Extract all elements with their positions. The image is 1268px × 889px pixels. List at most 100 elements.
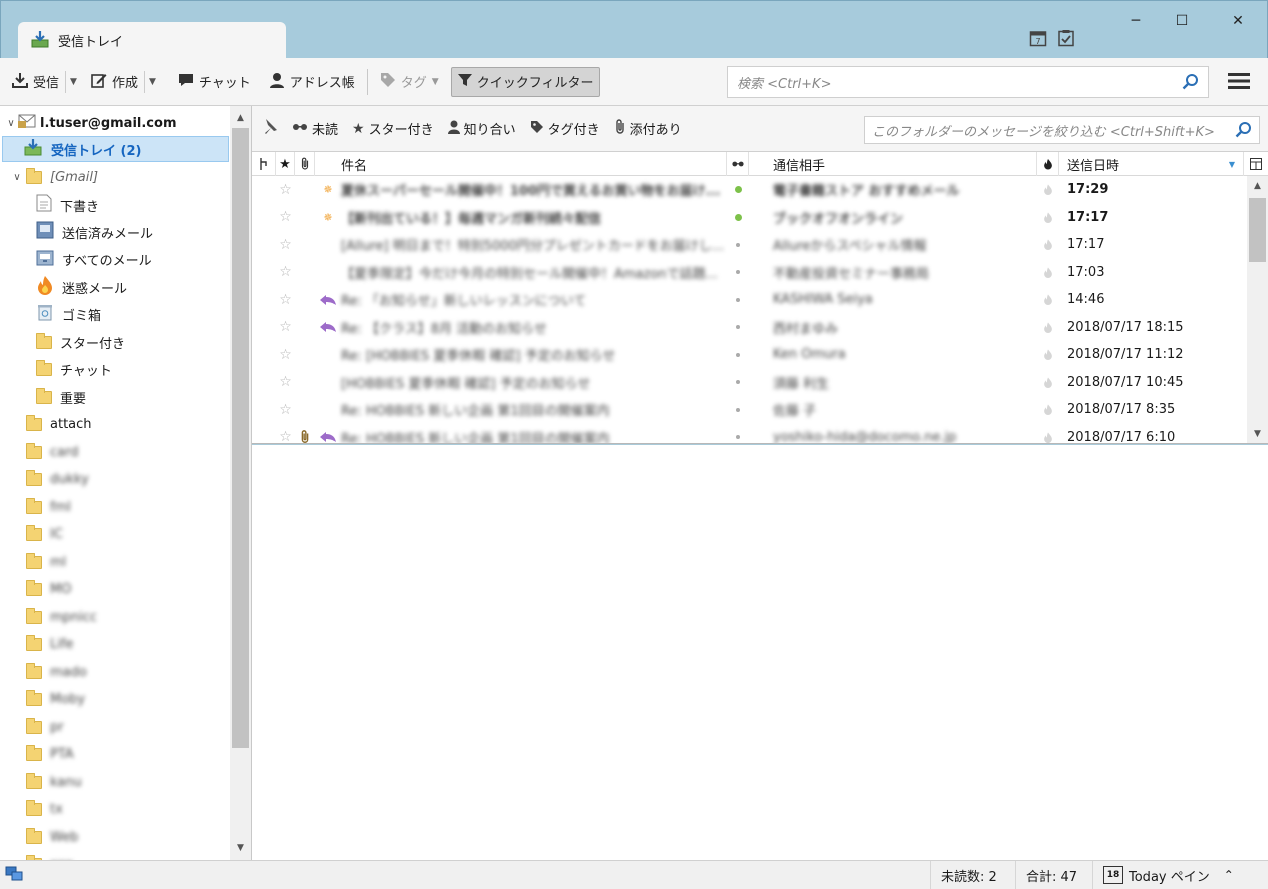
receive-dropdown[interactable]: ▼ [65,70,81,93]
folder-filter-input[interactable]: このフォルダーのメッセージを絞り込む <Ctrl+Shift+K> [864,116,1260,144]
message-row[interactable]: ☆ [Allure] 明日まで！特別5000円分プレゼントカードをお届けし... A… [252,231,1247,259]
message-row[interactable]: ☆ Re: [HOBBIES 夏季休暇 確認] 予定のお知らせ Ken Omura 2… [252,341,1247,369]
read-column-icon[interactable] [727,152,749,176]
folder-item[interactable]: Life [26,631,73,657]
column-picker-icon[interactable] [1244,152,1268,176]
read-status-dot[interactable] [727,231,749,258]
tab-inbox[interactable]: 受信トレイ [18,22,286,59]
read-status-dot[interactable] [727,369,749,396]
star-toggle-icon[interactable]: ☆ [276,259,295,286]
read-status-dot[interactable] [727,204,749,231]
read-status-dot[interactable] [727,424,749,444]
message-row[interactable]: ☆ ✵ 【新刊出ている！】毎週マンガ新刊続々配信 ブックオフオンライン 17:17 [252,204,1247,232]
receive-button[interactable]: 受信 [6,67,65,97]
filter-attachment-button[interactable]: 添付あり [614,118,682,139]
star-toggle-icon[interactable]: ☆ [276,341,295,368]
scroll-down-icon[interactable]: ▼ [1247,424,1268,443]
folder-item[interactable]: dukky [26,466,89,492]
star-toggle-icon[interactable]: ☆ [276,286,295,313]
account-row[interactable]: ∨ l.tuser@gmail.com [4,110,177,136]
junk-column-icon[interactable] [1037,152,1059,176]
read-status-dot[interactable] [727,286,749,313]
message-row[interactable]: ☆ ✵ 夏休スーパーセール開催中！100円で買えるお買い物をお届け... 電子書籍スト… [252,176,1247,204]
read-status-dot[interactable] [727,259,749,286]
filter-tagged-button[interactable]: タグ付き [530,119,600,138]
correspondent-column-header[interactable]: 通信相手 [749,152,1037,176]
filter-contacts-button[interactable]: 知り合い [447,119,516,138]
message-row[interactable]: ☆ Re: 【クラス】8月 活動のお知らせ 西村まゆみ 2018/07/17 18:1… [252,314,1247,342]
folder-all-mail[interactable]: すべてのメール [36,246,152,272]
junk-status-icon[interactable] [1037,231,1059,258]
filter-unread-button[interactable]: 未読 [292,119,338,138]
junk-status-icon[interactable] [1037,314,1059,341]
folder-trash[interactable]: ゴミ箱 [36,301,101,327]
folder-gmail[interactable]: ∨ [Gmail] [10,164,98,190]
online-status-icon[interactable] [5,866,23,886]
folder-drafts[interactable]: 下書き [36,192,99,218]
star-toggle-icon[interactable]: ☆ [276,369,295,396]
menu-icon[interactable] [1228,72,1250,94]
folder-item[interactable]: fml [26,494,71,520]
junk-status-icon[interactable] [1037,396,1059,423]
read-status-dot[interactable] [727,314,749,341]
junk-status-icon[interactable] [1037,204,1059,231]
star-column-icon[interactable]: ★ [276,152,295,176]
scroll-up-icon[interactable]: ▲ [230,108,251,128]
date-column-header[interactable]: 送信日時 ▼ [1059,152,1244,176]
folder-item[interactable]: Web [26,824,78,850]
folder-starred[interactable]: スター付き [36,329,125,355]
folder-sent[interactable]: 送信済みメール [36,219,153,245]
folder-chat[interactable]: チャット [36,356,112,382]
compose-button[interactable]: 作成 [85,67,144,97]
quick-filter-button[interactable]: クイックフィルター [450,66,601,97]
message-row[interactable]: ☆ Re: 「お知らせ」新しいレッスンについて KASHIWA Seiya 14:46 [252,286,1247,314]
maximize-button[interactable]: ☐ [1159,9,1205,33]
compose-dropdown[interactable]: ▼ [143,70,160,93]
tag-button[interactable]: タグ ▼ [374,67,445,97]
chevron-down-icon[interactable]: ∨ [4,118,18,129]
junk-status-icon[interactable] [1037,286,1059,313]
folder-item[interactable]: kanu [26,769,82,795]
folder-inbox[interactable]: 受信トレイ (2) [2,136,229,162]
read-status-dot[interactable] [727,396,749,423]
thread-column-icon[interactable] [252,152,276,176]
message-row[interactable]: ☆ Re: HOBBIES 新しい企画 第1回目の開催案内 佐藤 子 2018/07/… [252,396,1247,424]
folder-item[interactable]: card [26,439,78,465]
folder-item[interactable]: xxx [26,851,73,860]
star-toggle-icon[interactable]: ☆ [276,231,295,258]
calendar-icon[interactable]: 7 [1029,29,1047,51]
star-toggle-icon[interactable]: ☆ [276,424,295,443]
folder-item[interactable]: ml [26,549,66,575]
junk-status-icon[interactable] [1037,424,1059,444]
message-row[interactable]: ☆ Re: HOBBIES 新しい企画 第1回目の開催案内 yoshiko-hida… [252,424,1247,444]
read-status-dot[interactable] [727,341,749,368]
read-status-dot[interactable] [727,176,749,203]
thread-scrollbar[interactable]: ▲ ▼ [1247,176,1268,443]
message-row[interactable]: ☆ [HOBBIES 夏季休暇 確認] 予定のお知らせ 須藤 利生 2018/07/1… [252,369,1247,397]
scroll-up-icon[interactable]: ▲ [1247,176,1268,196]
today-pane-toggle[interactable]: 18 Today ペイン ⌃ [1092,861,1268,889]
minimize-button[interactable]: ─ [1113,9,1159,33]
folder-item[interactable]: PTA [26,741,74,767]
folder-item[interactable]: IC [26,521,63,547]
subject-column-header[interactable]: 件名 [315,152,727,176]
pin-icon[interactable] [260,118,278,140]
scroll-down-icon[interactable]: ▼ [230,838,251,858]
folder-item[interactable]: mpnicc [26,604,97,630]
attachment-column-icon[interactable] [295,152,315,176]
folder-scrollbar[interactable]: ▲ ▼ [230,106,251,860]
scroll-thumb[interactable] [232,128,249,748]
scroll-thumb[interactable] [1249,198,1266,262]
star-toggle-icon[interactable]: ☆ [276,396,295,423]
folder-item[interactable]: Moby [26,686,85,712]
search-icon[interactable] [1182,73,1200,95]
filter-starred-button[interactable]: ★ スター付き [352,119,434,139]
global-search-input[interactable]: 検索 <Ctrl+K> [727,66,1209,98]
search-icon[interactable] [1235,121,1253,143]
folder-item[interactable]: pr [26,714,64,740]
star-toggle-icon[interactable]: ☆ [276,204,295,231]
star-toggle-icon[interactable]: ☆ [276,176,295,203]
chevron-down-icon[interactable]: ∨ [10,172,24,183]
address-book-button[interactable]: アドレス帳 [263,67,361,97]
star-toggle-icon[interactable]: ☆ [276,314,295,341]
